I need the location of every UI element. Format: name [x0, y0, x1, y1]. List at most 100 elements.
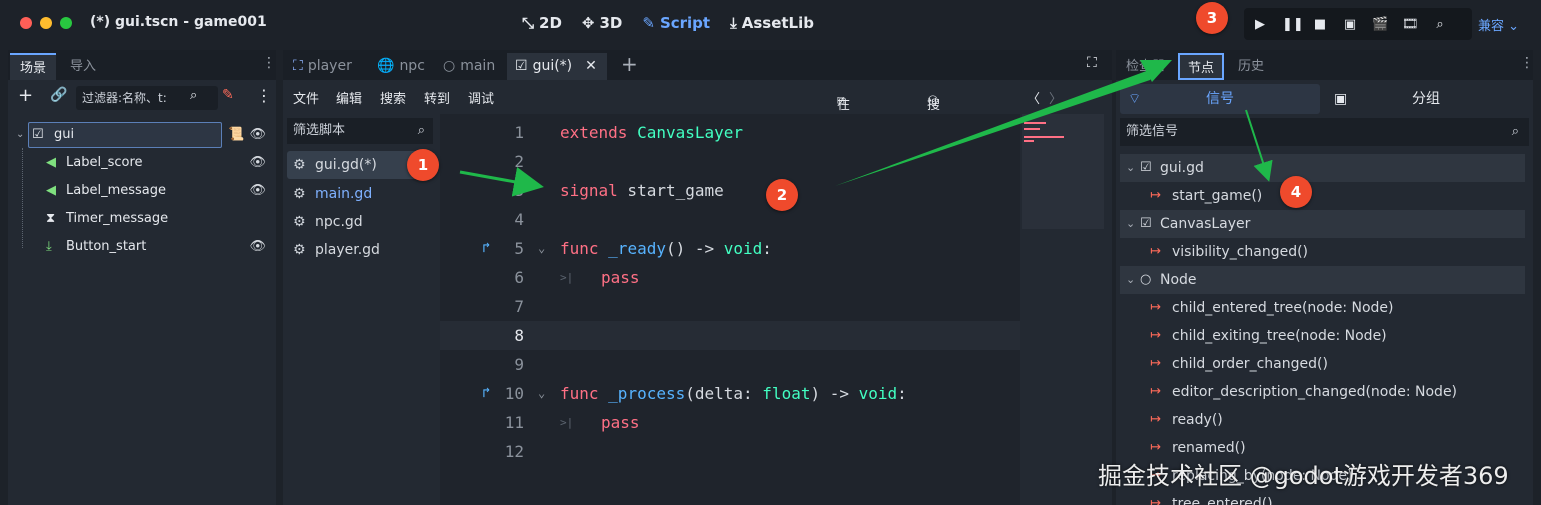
signal-item[interactable]: ↦ child_entered_tree(node: Node) — [1120, 294, 1525, 322]
tab-import[interactable]: 导入 — [60, 53, 106, 80]
add-node-icon[interactable]: + — [18, 85, 33, 106]
visibility-eye-icon[interactable]: 👁 — [249, 122, 266, 148]
close-icon[interactable]: ✕ — [585, 53, 597, 80]
menu-debug[interactable]: 调试 — [468, 88, 494, 107]
signal-arrow-icon: ↦ — [1150, 328, 1161, 343]
minimize-window-button[interactable] — [40, 17, 52, 29]
canvas-layer-icon: ☑ — [1140, 216, 1152, 231]
chevron-down-icon: ⌄ — [1126, 273, 1136, 286]
mode-script[interactable]: ✎ Script — [642, 14, 710, 32]
node-icon: ○ — [1140, 272, 1152, 287]
tab-inspector[interactable]: 检查器 — [1118, 53, 1173, 80]
signal-item[interactable]: ↦ tree_entered() — [1120, 490, 1525, 505]
remote-debug-icon[interactable]: ▣ — [1342, 17, 1358, 32]
label-icon: ◀ — [46, 183, 56, 198]
renderer-select[interactable]: 兼容 ⌄ — [1478, 15, 1519, 34]
fold-chevron-icon[interactable]: ⌄ — [538, 379, 545, 408]
search-icon: ⌕ — [190, 88, 198, 103]
link-icon[interactable]: 🔗 — [50, 87, 67, 103]
code-line: 2 — [514, 152, 524, 171]
tab-scene[interactable]: 场景 — [10, 53, 57, 80]
code-line: 3 signal start_game — [514, 181, 724, 200]
node-icon: ○ — [443, 58, 456, 74]
script-filter-input[interactable]: 筛选脚本 ⌕ — [287, 118, 433, 144]
canvas-layer-icon: ☑ — [1140, 160, 1152, 175]
chevron-down-icon[interactable]: ⌄ — [16, 122, 24, 148]
close-window-button[interactable] — [20, 17, 32, 29]
code-minimap[interactable] — [1022, 114, 1104, 229]
chevron-down-icon: ⌄ — [1126, 161, 1136, 174]
code-line: 7 — [514, 297, 524, 316]
tab-npc[interactable]: 🌐 npc — [369, 53, 433, 80]
gear-icon: ⚙ — [293, 214, 306, 230]
script-item-npc[interactable]: ⚙ npc.gd — [287, 208, 433, 236]
visibility-eye-icon[interactable]: 👁 — [249, 178, 266, 204]
signals-toggle[interactable]: ⌔ 信号 — [1120, 84, 1320, 114]
script-item-player[interactable]: ⚙ player.gd — [287, 236, 433, 264]
play-custom-scene-icon[interactable]: 🎞 — [1402, 17, 1419, 32]
signal-arrow-icon: ↦ — [1150, 384, 1161, 399]
signal-arrow-icon: ↦ — [1150, 188, 1161, 203]
tree-node-button-start[interactable]: ⤓ Button_start 👁 — [8, 234, 276, 260]
fold-chevron-icon[interactable]: ⌄ — [538, 234, 545, 263]
signal-group-node[interactable]: ⌄ ○ Node — [1120, 266, 1525, 294]
signal-item[interactable]: ↦ child_order_changed() — [1120, 350, 1525, 378]
signal-group-canvaslayer[interactable]: ⌄ ☑ CanvasLayer — [1120, 210, 1525, 238]
visibility-eye-icon[interactable]: 👁 — [249, 150, 266, 176]
signal-filter-input[interactable]: 筛选信号 ⌕ — [1120, 118, 1529, 146]
code-line: 6 >| pass — [514, 268, 640, 287]
mode-2d[interactable]: ⤡ 2D — [522, 14, 562, 32]
tree-node-label-score[interactable]: ◀ Label_score 👁 — [8, 150, 276, 176]
signal-item[interactable]: ↦ child_exiting_tree(node: Node) — [1120, 322, 1525, 350]
tree-node-gui[interactable]: ⌄ ☑ gui 📜 👁 — [8, 122, 276, 148]
tree-node-label-message[interactable]: ◀ Label_message 👁 — [8, 178, 276, 204]
visibility-eye-icon[interactable]: 👁 — [249, 234, 266, 260]
mode-3d[interactable]: ✥ 3D — [582, 14, 622, 32]
tab-node[interactable]: 节点 — [1178, 53, 1225, 80]
stop-icon[interactable]: ■ — [1312, 17, 1328, 32]
maximize-window-button[interactable] — [60, 17, 72, 29]
pause-icon[interactable]: ❚❚ — [1282, 17, 1304, 32]
signal-arrow-icon: ↦ — [1150, 412, 1161, 427]
mode-assetlib[interactable]: ⤓ AssetLib — [730, 14, 814, 32]
search-icon: ⌕ — [417, 123, 425, 138]
movie-maker-icon[interactable]: ⌕ — [1432, 17, 1448, 32]
signal-item[interactable]: ↦ start_game() — [1120, 182, 1525, 210]
code-editor[interactable]: 1 extends CanvasLayer 2 3 signal start_gam… — [440, 114, 1020, 505]
3d-icon: ✥ — [581, 14, 595, 32]
history-forward-icon[interactable]: 〉 — [1049, 88, 1062, 107]
menu-search[interactable]: 搜索 — [380, 88, 406, 107]
script-icon: ✎ — [642, 14, 655, 32]
node2d-icon: ⛶ — [293, 58, 303, 74]
chevron-down-icon: ⌄ — [1508, 19, 1520, 34]
signal-group-gui-gd[interactable]: ⌄ ☑ gui.gd — [1120, 154, 1525, 182]
history-back-icon[interactable]: 〈 — [1027, 88, 1040, 107]
menu-goto[interactable]: 转到 — [424, 88, 450, 107]
tab-player[interactable]: ⛶ player — [285, 53, 360, 80]
dock-menu-icon[interactable]: ⋮ — [262, 55, 276, 71]
gear-icon: ⚙ — [293, 186, 306, 202]
attach-script-icon[interactable]: ✎ — [222, 87, 234, 103]
dock-menu-icon[interactable]: ⋮ — [1520, 55, 1534, 71]
tab-gui[interactable]: ☑ gui(*) ✕ — [507, 53, 607, 80]
tab-main[interactable]: ○ main — [435, 53, 503, 80]
script-item-main[interactable]: ⚙ main.gd — [287, 180, 433, 208]
signal-item[interactable]: ↦ ready() — [1120, 406, 1525, 434]
tab-history[interactable]: 历史 — [1230, 53, 1272, 80]
signal-arrow-icon: ↦ — [1150, 496, 1161, 505]
annotation-badge-3: 3 — [1196, 2, 1228, 34]
menu-file[interactable]: 文件 — [293, 88, 319, 107]
play-scene-icon[interactable]: 🎬 — [1372, 17, 1388, 32]
annotation-badge-2: 2 — [766, 179, 798, 211]
tree-node-timer-message[interactable]: ⧗ Timer_message — [8, 206, 276, 232]
play-icon[interactable]: ▶ — [1252, 17, 1268, 32]
scene-menu-icon[interactable]: ⋮ — [256, 86, 272, 105]
distraction-free-icon[interactable]: ⛶ — [1087, 55, 1097, 71]
script-icon[interactable]: 📜 — [228, 122, 244, 148]
add-tab-icon[interactable]: + — [621, 52, 638, 76]
menu-edit[interactable]: 编辑 — [336, 88, 362, 107]
node-dock-tabs: 检查器 节点 历史 ⋮ — [1116, 50, 1534, 80]
signal-item[interactable]: ↦ visibility_changed() — [1120, 238, 1525, 266]
groups-toggle[interactable]: ▣ 分组 — [1326, 84, 1526, 114]
signal-item[interactable]: ↦ editor_description_changed(node: Node) — [1120, 378, 1525, 406]
